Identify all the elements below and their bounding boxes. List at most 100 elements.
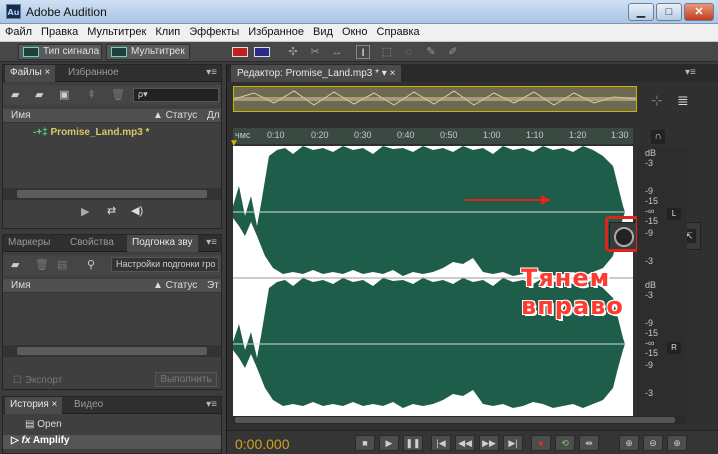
- autoplay-icon[interactable]: ◀): [131, 204, 143, 217]
- panel-menu-icon[interactable]: ▾≡: [206, 399, 217, 410]
- export-checkbox[interactable]: ☐ Экспорт: [13, 375, 62, 386]
- brush-tool-icon[interactable]: ✎: [424, 45, 438, 59]
- search-input[interactable]: ρ▾: [133, 88, 219, 102]
- zoom-in-amplitude-icon[interactable]: ⊕: [619, 435, 639, 451]
- zoom-in-time-icon[interactable]: ⊕: [667, 435, 687, 451]
- menu-bar: Файл Правка Мультитрек Клип Эффекты Избранное…: [0, 24, 718, 42]
- run-button[interactable]: Выполнить: [155, 372, 217, 387]
- waveform-menu-icon[interactable]: ≣: [677, 92, 689, 109]
- timecode-display[interactable]: 0:00.000: [235, 436, 290, 452]
- history-item-open[interactable]: ▤ Open: [25, 419, 62, 430]
- razor-tool-icon[interactable]: ✂: [308, 45, 322, 59]
- files-scrollbar[interactable]: [3, 188, 221, 200]
- search-settings-icon[interactable]: ⚲: [87, 258, 95, 271]
- tab-video[interactable]: Видео: [69, 397, 108, 414]
- column-duration[interactable]: Дл: [207, 110, 220, 121]
- marquee-tool-icon[interactable]: ⬚: [380, 45, 394, 59]
- ruler-tick: 1:30: [611, 130, 629, 140]
- column-extra[interactable]: Эт: [207, 280, 219, 291]
- column-status[interactable]: ▲ Статус: [153, 110, 197, 121]
- files-panel-tools: ▰ ▰ ▣ ⇞ 🗑 ρ▾: [3, 85, 221, 105]
- ruler-tick: 0:10: [267, 130, 285, 140]
- copy-icon[interactable]: ▤: [57, 258, 67, 271]
- rewind-button[interactable]: ◀◀: [455, 435, 475, 451]
- go-to-end-button[interactable]: ▶|: [503, 435, 523, 451]
- menu-clip[interactable]: Клип: [150, 24, 184, 38]
- column-status[interactable]: ▲ Статус: [153, 280, 197, 291]
- menu-file[interactable]: Файл: [0, 24, 36, 38]
- panel-menu-icon[interactable]: ▾≡: [206, 237, 217, 248]
- play-button[interactable]: ▶: [379, 435, 399, 451]
- ruler-tick: 0:30: [354, 130, 372, 140]
- maximize-button[interactable]: □: [656, 3, 682, 21]
- spectral-frequency-icon[interactable]: [232, 47, 248, 57]
- loop-playback-button[interactable]: ⟲: [555, 435, 575, 451]
- insert-icon[interactable]: ⇞: [87, 88, 96, 101]
- open-file-icon[interactable]: ▰: [11, 88, 19, 101]
- column-name[interactable]: Имя: [11, 280, 30, 291]
- open-folder-icon[interactable]: ▰: [11, 258, 19, 271]
- db-label: -∞: [645, 338, 655, 348]
- match-scrollbar[interactable]: [3, 345, 221, 357]
- multitrack-view-button[interactable]: Мультитрек: [106, 44, 190, 60]
- spectral-pitch-icon[interactable]: [254, 47, 270, 57]
- menu-edit[interactable]: Правка: [36, 24, 82, 38]
- loop-preview-icon[interactable]: ⇄: [107, 204, 116, 217]
- channel-right-toggle[interactable]: R: [667, 342, 681, 354]
- menu-view[interactable]: Вид: [308, 24, 337, 38]
- zoom-overview-icon[interactable]: ⊹: [651, 92, 663, 109]
- overview-waveform-graphic: [233, 87, 637, 111]
- import-file-icon[interactable]: ▰: [35, 88, 43, 101]
- document-icon: ▤: [25, 419, 35, 430]
- menu-window[interactable]: Окно: [337, 24, 372, 38]
- panel-menu-icon[interactable]: ▾≡: [206, 67, 217, 78]
- close-button[interactable]: ✕: [684, 3, 714, 21]
- headphones-icon[interactable]: ∩: [651, 130, 665, 144]
- time-ruler[interactable]: чмс 0:10 0:20 0:30 0:40 0:50 1:00 1:10 1…: [233, 128, 633, 144]
- column-name[interactable]: Имя: [11, 110, 30, 121]
- lasso-tool-icon[interactable]: ◌: [402, 45, 416, 59]
- move-tool-icon[interactable]: ✣: [286, 45, 300, 59]
- zoom-out-amplitude-icon[interactable]: ⊖: [643, 435, 663, 451]
- channel-left-toggle[interactable]: L: [667, 208, 681, 220]
- delete-icon[interactable]: 🗑: [111, 88, 125, 101]
- stop-button[interactable]: ■: [355, 435, 375, 451]
- tab-history[interactable]: История ×: [5, 397, 63, 414]
- time-selection-tool-icon[interactable]: I: [356, 45, 370, 59]
- db-label: -9: [645, 186, 654, 196]
- db-label: dB: [645, 280, 657, 290]
- spot-healing-tool-icon[interactable]: ✐: [446, 45, 460, 59]
- ruler-tick: 0:40: [397, 130, 415, 140]
- minimize-button[interactable]: ▁: [628, 3, 654, 21]
- record-button[interactable]: ●: [531, 435, 551, 451]
- tab-favorites[interactable]: Избранное: [63, 65, 124, 82]
- menu-multitrack[interactable]: Мультитрек: [82, 24, 150, 38]
- match-panel-tools: ▰ 🗑 ▤ ⚲ Настройки подгонки гро: [3, 255, 221, 275]
- match-panel-header: Маркеры Свойства Подгонка зву ▾≡: [3, 235, 221, 252]
- fast-forward-button[interactable]: ▶▶: [479, 435, 499, 451]
- file-row[interactable]: -+‡ Promise_Land.mp3 *: [33, 127, 149, 138]
- waveform-view-button[interactable]: Тип сигнала: [18, 44, 102, 60]
- waveform-overview[interactable]: [233, 86, 637, 112]
- tab-markers[interactable]: Маркеры: [3, 235, 55, 252]
- tab-properties[interactable]: Свойства: [65, 235, 119, 252]
- pause-button[interactable]: ❚❚: [403, 435, 423, 451]
- editor-tab[interactable]: Редактор: Promise_Land.mp3 * ▾ ×: [231, 65, 402, 82]
- delete-icon[interactable]: 🗑: [35, 258, 49, 271]
- history-item-amplify[interactable]: ▷ fx Amplify: [3, 435, 221, 449]
- skip-selection-button[interactable]: ⇹: [579, 435, 599, 451]
- panel-menu-icon[interactable]: ▾≡: [685, 67, 696, 78]
- match-settings-button[interactable]: Настройки подгонки гро: [111, 257, 219, 272]
- play-preview-icon[interactable]: ▶: [81, 205, 89, 218]
- annotation-caption: Тянем вправо: [521, 264, 624, 320]
- ruler-tick: 0:20: [311, 130, 329, 140]
- menu-help[interactable]: Справка: [372, 24, 424, 38]
- slip-tool-icon[interactable]: ↔: [330, 45, 344, 59]
- go-to-start-button[interactable]: |◀: [431, 435, 451, 451]
- horizontal-scrollbar[interactable]: [233, 416, 687, 424]
- new-file-icon[interactable]: ▣: [59, 88, 69, 101]
- menu-effects[interactable]: Эффекты: [184, 24, 243, 38]
- menu-favorites[interactable]: Избранное: [243, 24, 308, 38]
- tab-match-volume[interactable]: Подгонка зву: [127, 235, 198, 252]
- tab-files[interactable]: Файлы ×: [5, 65, 56, 82]
